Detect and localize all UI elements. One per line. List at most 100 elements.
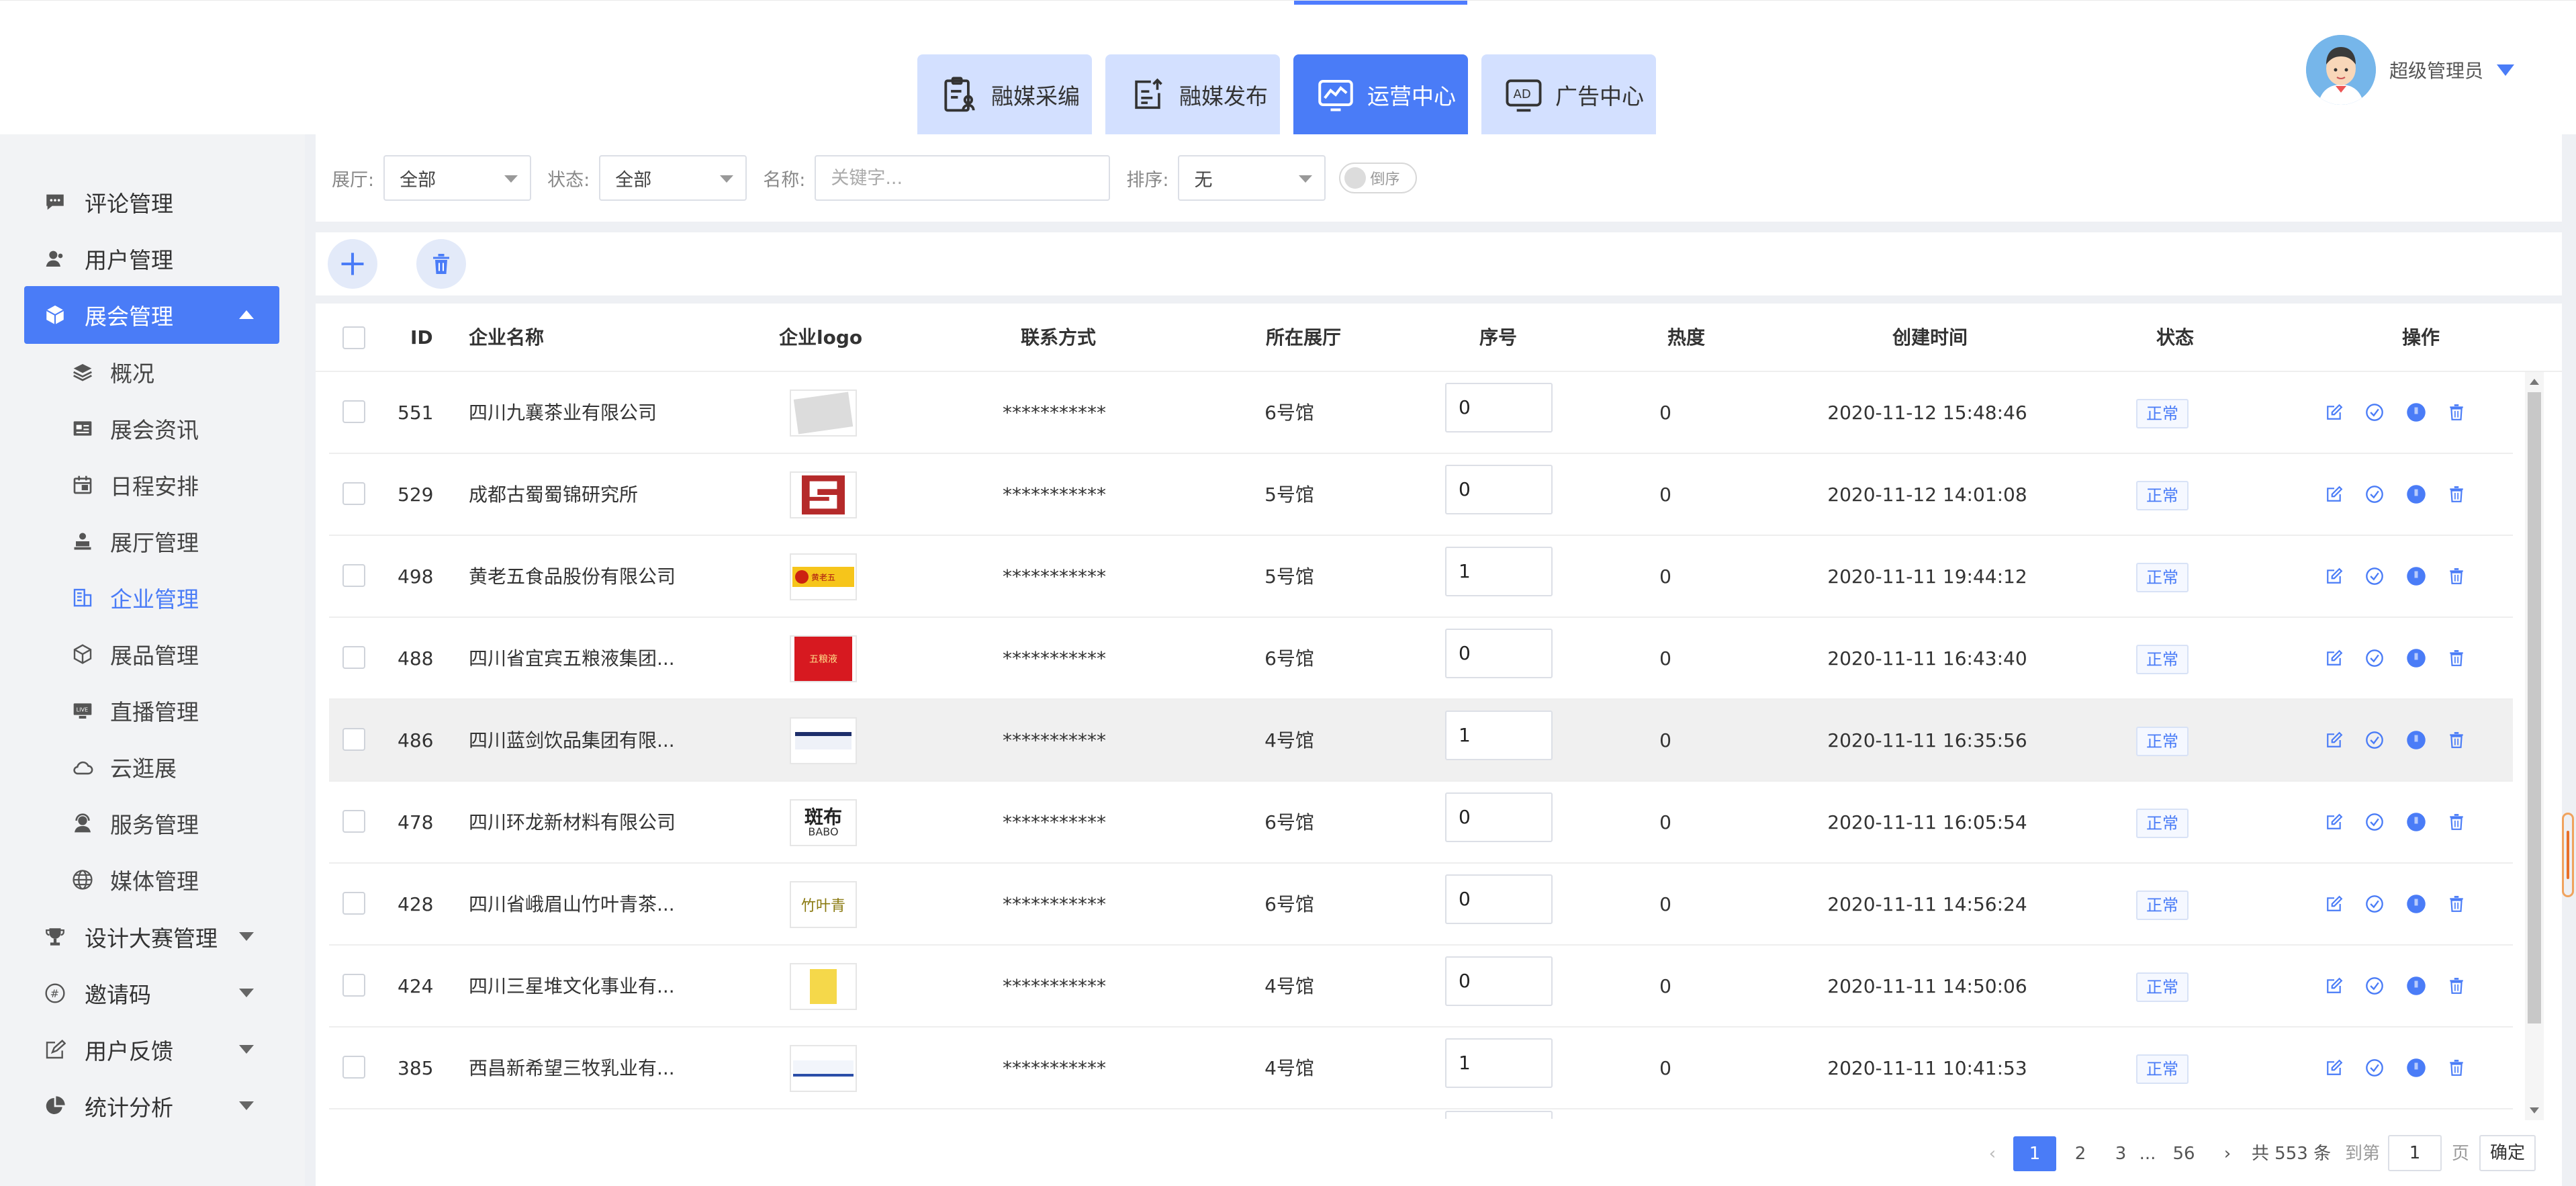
table-row[interactable]: 428 四川省峨眉山竹叶青茶... 竹叶青 *********** 6号馆 0 0 2020-… bbox=[329, 864, 2513, 946]
goto-page-input[interactable]: 1 bbox=[2388, 1135, 2442, 1171]
batch-delete-button[interactable] bbox=[416, 239, 466, 289]
trash-icon[interactable] bbox=[2446, 729, 2467, 751]
sidebar-subitem-cloud[interactable]: 云逛展 bbox=[47, 739, 289, 795]
enterprise-logo[interactable]: 黄老五 bbox=[790, 553, 857, 600]
scroll-down-arrow[interactable] bbox=[2530, 1107, 2539, 1113]
page-scroll-thumb[interactable] bbox=[2567, 831, 2569, 879]
trash-icon[interactable] bbox=[2446, 647, 2467, 669]
enterprise-logo[interactable]: 竹叶青 bbox=[790, 881, 857, 928]
row-checkbox[interactable] bbox=[342, 646, 365, 669]
sidebar-subitem-hall[interactable]: 展厅管理 bbox=[47, 513, 289, 569]
sequence-input[interactable]: 0 bbox=[1445, 874, 1553, 924]
name-search-input[interactable] bbox=[815, 155, 1111, 201]
row-checkbox[interactable] bbox=[342, 1056, 365, 1079]
trash-icon[interactable] bbox=[2446, 402, 2467, 423]
scroll-up-arrow[interactable] bbox=[2530, 379, 2539, 385]
sequence-input[interactable]: 0 bbox=[1445, 956, 1553, 1006]
sidebar-subitem-live[interactable]: LIVE 直播管理 bbox=[47, 682, 289, 739]
sidebar-item-invite-code[interactable]: # 邀请码 bbox=[24, 964, 279, 1022]
enterprise-logo[interactable] bbox=[790, 471, 857, 518]
approve-icon[interactable] bbox=[2364, 402, 2385, 423]
sequence-input[interactable]: 0 bbox=[1445, 792, 1553, 842]
toggle-status-icon[interactable] bbox=[2405, 402, 2427, 423]
table-row[interactable]: 551 四川九襄茶业有限公司 *********** 6号馆 0 0 2020-11-12 … bbox=[329, 372, 2513, 454]
sidebar-item-exhibition[interactable]: 展会管理 bbox=[24, 286, 279, 344]
sequence-input[interactable]: 0 bbox=[1445, 629, 1553, 678]
edit-icon[interactable] bbox=[2324, 484, 2345, 505]
desc-order-toggle[interactable]: 倒序 bbox=[1339, 163, 1418, 193]
edit-icon[interactable] bbox=[2324, 893, 2345, 915]
approve-icon[interactable] bbox=[2364, 893, 2385, 915]
next-page-button[interactable]: › bbox=[2217, 1136, 2238, 1171]
approve-icon[interactable] bbox=[2364, 1057, 2385, 1079]
edit-icon[interactable] bbox=[2324, 647, 2345, 669]
row-checkbox[interactable] bbox=[342, 892, 365, 915]
row-checkbox[interactable] bbox=[342, 728, 365, 751]
enterprise-logo[interactable]: 五粮液 bbox=[790, 635, 857, 682]
scroll-thumb[interactable] bbox=[2528, 392, 2541, 1023]
row-checkbox[interactable] bbox=[342, 564, 365, 587]
table-row[interactable]: 488 四川省宜宾五粮液集团... 五粮液 *********** 6号馆 0 0 2020-… bbox=[329, 618, 2513, 700]
table-row[interactable]: 478 四川环龙新材料有限公司 斑布 BABO *********** 6号馆 0 0 2020… bbox=[329, 782, 2513, 864]
page-button[interactable]: 1 bbox=[2013, 1136, 2056, 1171]
tab-ad-center[interactable]: AD 广告中心 bbox=[1481, 54, 1656, 135]
trash-icon[interactable] bbox=[2446, 893, 2467, 915]
tab-media-publish[interactable]: 融媒发布 bbox=[1105, 54, 1280, 135]
page-scrollbar[interactable] bbox=[2562, 813, 2574, 897]
enterprise-logo[interactable]: 斑布 BABO bbox=[790, 799, 857, 846]
sequence-input[interactable]: 1 bbox=[1445, 547, 1553, 596]
row-checkbox[interactable] bbox=[342, 810, 365, 833]
sequence-input[interactable] bbox=[1445, 1111, 1553, 1119]
trash-icon[interactable] bbox=[2446, 1057, 2467, 1079]
sidebar-subitem-schedule[interactable]: 日程安排 bbox=[47, 457, 289, 513]
row-checkbox[interactable] bbox=[342, 974, 365, 997]
trash-icon[interactable] bbox=[2446, 975, 2467, 997]
toggle-status-icon[interactable] bbox=[2405, 484, 2427, 505]
prev-page-button[interactable]: ‹ bbox=[1982, 1136, 2003, 1171]
status-select[interactable]: 全部 bbox=[599, 155, 747, 201]
sidebar-subitem-exhibits[interactable]: 展品管理 bbox=[47, 626, 289, 682]
edit-icon[interactable] bbox=[2324, 565, 2345, 587]
edit-icon[interactable] bbox=[2324, 729, 2345, 751]
table-row[interactable]: 486 四川蓝剑饮品集团有限... *********** 4号馆 1 0 2020-11-… bbox=[329, 700, 2513, 782]
sequence-input[interactable]: 1 bbox=[1445, 1038, 1553, 1088]
sidebar-subitem-service[interactable]: 服务管理 bbox=[47, 795, 289, 852]
toggle-status-icon[interactable] bbox=[2405, 1057, 2427, 1079]
row-checkbox[interactable] bbox=[342, 482, 365, 505]
approve-icon[interactable] bbox=[2364, 647, 2385, 669]
tab-operation-center[interactable]: 运营中心 bbox=[1293, 54, 1468, 135]
table-row[interactable]: 498 黄老五食品股份有限公司 黄老五 *********** 5号馆 1 0 2020-11… bbox=[329, 536, 2513, 618]
approve-icon[interactable] bbox=[2364, 975, 2385, 997]
approve-icon[interactable] bbox=[2364, 565, 2385, 587]
toggle-status-icon[interactable] bbox=[2405, 975, 2427, 997]
trash-icon[interactable] bbox=[2446, 565, 2467, 587]
trash-icon[interactable] bbox=[2446, 811, 2467, 833]
toggle-status-icon[interactable] bbox=[2405, 729, 2427, 751]
page-button[interactable]: 56 bbox=[2164, 1136, 2204, 1171]
enterprise-logo[interactable] bbox=[790, 963, 857, 1010]
sidebar-subitem-news[interactable]: 展会资讯 bbox=[47, 400, 289, 457]
sidebar-subitem-enterprise[interactable]: 企业管理 bbox=[47, 569, 289, 626]
user-menu[interactable]: 超级管理员 bbox=[2306, 33, 2515, 107]
sidebar-subitem-overview[interactable]: 概况 bbox=[47, 344, 289, 400]
edit-icon[interactable] bbox=[2324, 811, 2345, 833]
sidebar-item-users[interactable]: 用户管理 bbox=[24, 230, 279, 287]
enterprise-logo[interactable] bbox=[790, 390, 857, 437]
toggle-status-icon[interactable] bbox=[2405, 893, 2427, 915]
confirm-goto-button[interactable]: 确定 bbox=[2479, 1135, 2536, 1171]
approve-icon[interactable] bbox=[2364, 811, 2385, 833]
sequence-input[interactable]: 1 bbox=[1445, 711, 1553, 760]
sequence-input[interactable]: 0 bbox=[1445, 465, 1553, 514]
select-all-checkbox[interactable] bbox=[342, 326, 365, 349]
table-row[interactable]: 529 成都古蜀蜀锦研究所 *********** 5号馆 0 0 2020-11-12 1… bbox=[329, 454, 2513, 536]
chevron-down-icon[interactable] bbox=[2497, 64, 2515, 76]
page-button[interactable]: 3 bbox=[2107, 1136, 2134, 1171]
table-scrollbar[interactable] bbox=[2525, 372, 2544, 1120]
tab-media-edit[interactable]: 融媒采编 bbox=[917, 54, 1092, 135]
toggle-status-icon[interactable] bbox=[2405, 811, 2427, 833]
enterprise-logo[interactable] bbox=[790, 1045, 857, 1092]
row-checkbox[interactable] bbox=[342, 400, 365, 423]
table-row[interactable]: 424 四川三星堆文化事业有... *********** 4号馆 0 0 2020-11-… bbox=[329, 946, 2513, 1028]
edit-icon[interactable] bbox=[2324, 402, 2345, 423]
edit-icon[interactable] bbox=[2324, 1057, 2345, 1079]
